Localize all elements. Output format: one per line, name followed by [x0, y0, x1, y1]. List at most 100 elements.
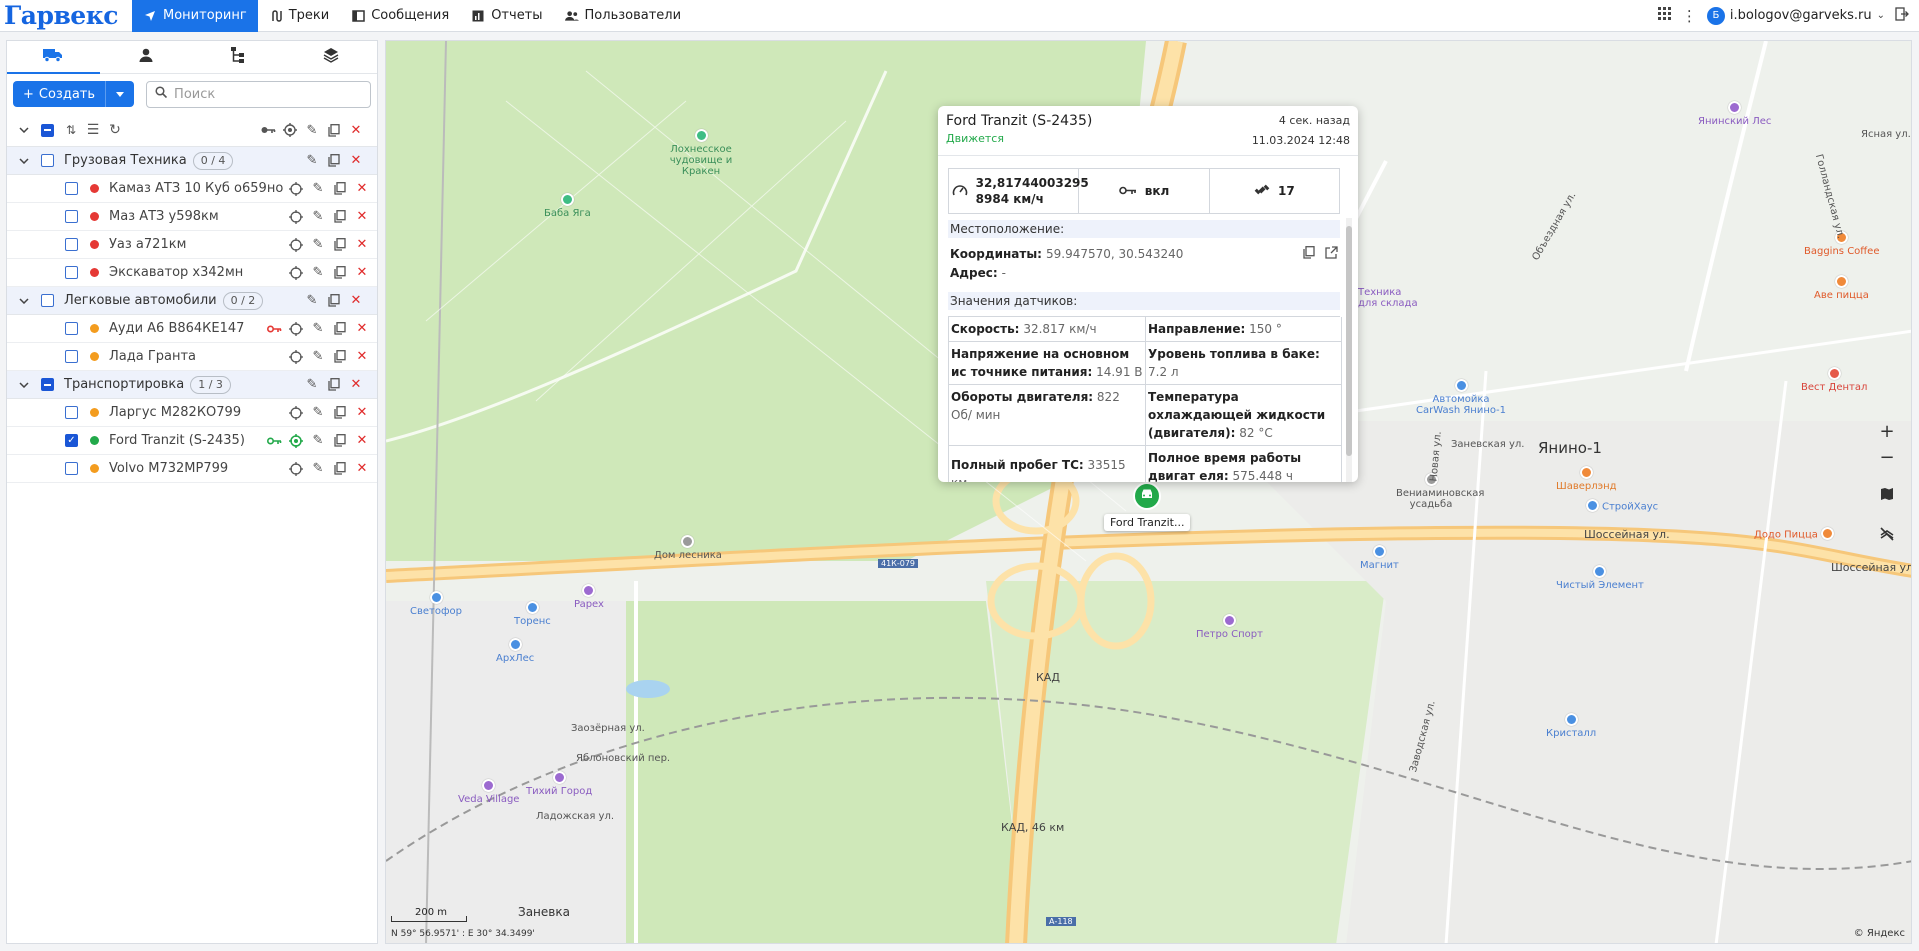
- copy-icon[interactable]: [323, 150, 345, 172]
- delete-icon[interactable]: ✕: [345, 119, 367, 141]
- copy-icon[interactable]: [329, 178, 351, 200]
- copy-icon[interactable]: [329, 458, 351, 480]
- apps-grid-icon[interactable]: [1657, 6, 1672, 25]
- chevron-down-icon[interactable]: [13, 290, 35, 312]
- refresh-icon[interactable]: ↻: [104, 119, 126, 141]
- copy-icon[interactable]: [329, 430, 351, 452]
- edit-icon[interactable]: ✎: [307, 430, 329, 452]
- edit-icon[interactable]: ✎: [307, 262, 329, 284]
- app-logo[interactable]: Гарвекс: [0, 1, 132, 30]
- edit-icon[interactable]: ✎: [307, 318, 329, 340]
- group-row[interactable]: Транспортировка 1 / 3 ✎ ✕: [7, 371, 377, 399]
- delete-icon[interactable]: ✕: [351, 318, 373, 340]
- edit-icon[interactable]: ✎: [301, 119, 323, 141]
- create-button[interactable]: + Создать: [13, 81, 135, 107]
- delete-icon[interactable]: ✕: [345, 290, 367, 312]
- map-layers-button[interactable]: [1871, 481, 1903, 509]
- group-checkbox[interactable]: [41, 154, 54, 167]
- delete-icon[interactable]: ✕: [351, 430, 373, 452]
- unit-row[interactable]: Экскаватор х342мн ✎ ✕: [7, 259, 377, 287]
- list-icon[interactable]: ☰: [82, 119, 104, 141]
- unit-checkbox[interactable]: [65, 266, 78, 279]
- unit-row[interactable]: Ауди А6 В864КЕ147 ✎ ✕: [7, 315, 377, 343]
- edit-icon[interactable]: ✎: [307, 346, 329, 368]
- unit-checkbox[interactable]: [65, 406, 78, 419]
- unit-row[interactable]: Лада Гранта ✎ ✕: [7, 343, 377, 371]
- edit-icon[interactable]: ✎: [307, 234, 329, 256]
- copy-icon[interactable]: [329, 402, 351, 424]
- unit-row[interactable]: Камаз АТЗ 10 Куб о659но ✎ ✕: [7, 175, 377, 203]
- search-input[interactable]: Поиск: [146, 80, 371, 108]
- nav-monitoring[interactable]: Мониторинг: [132, 0, 258, 32]
- nav-tracks[interactable]: Треки: [258, 0, 341, 32]
- unit-row[interactable]: Маз АТЗ у598км ✎ ✕: [7, 203, 377, 231]
- edit-icon[interactable]: ✎: [307, 178, 329, 200]
- zoom-in-button[interactable]: +: [1871, 417, 1903, 445]
- copy-icon[interactable]: [323, 374, 345, 396]
- select-all-checkbox[interactable]: [41, 123, 54, 137]
- unit-row[interactable]: Уаз а721км ✎ ✕: [7, 231, 377, 259]
- copy-icon[interactable]: [329, 346, 351, 368]
- edit-icon[interactable]: ✎: [307, 458, 329, 480]
- locate-icon[interactable]: [285, 178, 307, 200]
- copy-icon[interactable]: [329, 262, 351, 284]
- delete-icon[interactable]: ✕: [351, 262, 373, 284]
- locate-icon[interactable]: [285, 318, 307, 340]
- delete-icon[interactable]: ✕: [351, 234, 373, 256]
- delete-icon[interactable]: ✕: [345, 150, 367, 172]
- target-icon[interactable]: [279, 119, 301, 141]
- edit-icon[interactable]: ✎: [301, 290, 323, 312]
- copy-icon[interactable]: [329, 318, 351, 340]
- locate-icon[interactable]: [285, 402, 307, 424]
- zoom-out-button[interactable]: −: [1871, 443, 1903, 471]
- group-checkbox[interactable]: [41, 294, 54, 307]
- create-dropdown-button[interactable]: [106, 81, 134, 107]
- edit-icon[interactable]: ✎: [307, 206, 329, 228]
- tab-vehicles[interactable]: [7, 41, 100, 74]
- logout-icon[interactable]: [1895, 6, 1909, 25]
- nav-messages[interactable]: Сообщения: [340, 0, 460, 32]
- chevron-down-icon[interactable]: [13, 150, 35, 172]
- collapse-all-icon[interactable]: [13, 119, 35, 141]
- delete-icon[interactable]: ✕: [351, 206, 373, 228]
- unit-checkbox[interactable]: [65, 322, 78, 335]
- vehicle-marker[interactable]: [1133, 482, 1161, 510]
- locate-icon[interactable]: [285, 206, 307, 228]
- copy-icon[interactable]: [323, 290, 345, 312]
- nav-users[interactable]: Пользователи: [554, 0, 693, 32]
- unit-checkbox[interactable]: ✓: [65, 434, 78, 447]
- copy-icon[interactable]: [323, 119, 345, 141]
- unit-checkbox[interactable]: [65, 350, 78, 363]
- popup-scrollbar[interactable]: [1346, 218, 1352, 482]
- group-checkbox[interactable]: [41, 378, 54, 391]
- tab-layers[interactable]: [285, 41, 378, 73]
- unit-row[interactable]: ✓ Ford Tranzit (S-2435) ✎ ✕: [7, 427, 377, 455]
- delete-icon[interactable]: ✕: [351, 458, 373, 480]
- edit-icon[interactable]: ✎: [301, 150, 323, 172]
- group-row[interactable]: Легковые автомобили 0 / 2 ✎ ✕: [7, 287, 377, 315]
- unit-checkbox[interactable]: [65, 238, 78, 251]
- vehicle-label[interactable]: Ford Tranzit...: [1104, 514, 1191, 531]
- map-copyright[interactable]: © Яндекс: [1854, 928, 1905, 939]
- locate-icon[interactable]: [285, 262, 307, 284]
- chevron-down-icon[interactable]: [13, 374, 35, 396]
- locate-icon[interactable]: [285, 458, 307, 480]
- unit-row[interactable]: Ларгус М282КО799 ✎ ✕: [7, 399, 377, 427]
- unit-checkbox[interactable]: [65, 462, 78, 475]
- unit-checkbox[interactable]: [65, 210, 78, 223]
- tab-hierarchy[interactable]: [192, 41, 285, 73]
- edit-icon[interactable]: ✎: [301, 374, 323, 396]
- key-icon[interactable]: [257, 119, 279, 141]
- sort-icon[interactable]: ⇅: [60, 119, 82, 141]
- copy-icon[interactable]: [329, 206, 351, 228]
- locate-icon[interactable]: [285, 346, 307, 368]
- traffic-toggle-button[interactable]: [1871, 521, 1903, 549]
- unit-checkbox[interactable]: [65, 182, 78, 195]
- group-row[interactable]: Грузовая Техника 0 / 4 ✎ ✕: [7, 147, 377, 175]
- copy-icon[interactable]: [329, 234, 351, 256]
- delete-icon[interactable]: ✕: [351, 178, 373, 200]
- locate-icon[interactable]: [285, 430, 307, 452]
- copy-icon[interactable]: [1303, 246, 1315, 262]
- delete-icon[interactable]: ✕: [351, 402, 373, 424]
- external-link-icon[interactable]: [1325, 246, 1338, 262]
